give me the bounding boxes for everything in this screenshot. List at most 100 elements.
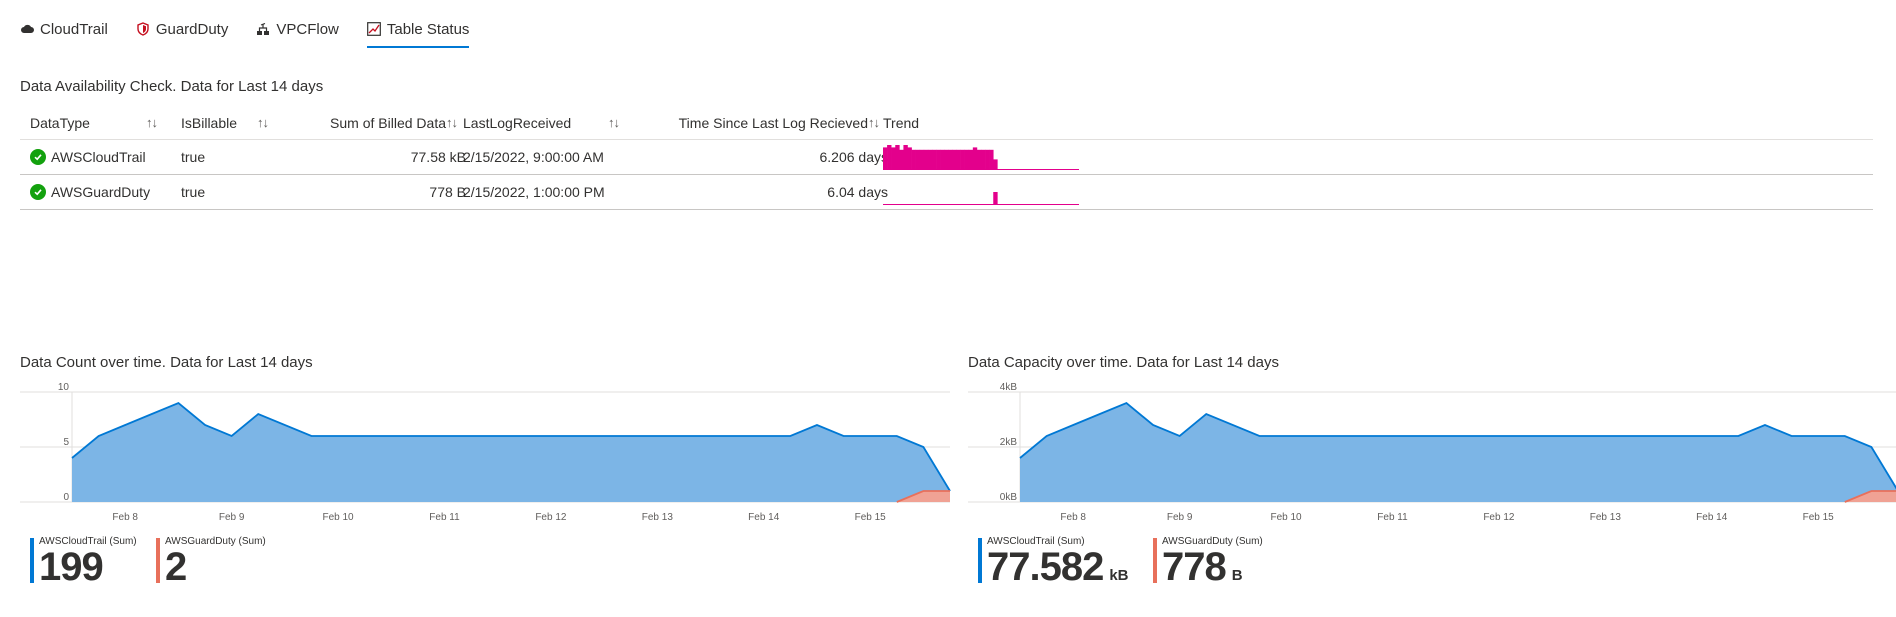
y-tick-label: 0 [63, 492, 69, 503]
y-tick-label: 4kB [1000, 382, 1018, 393]
trend-bar [960, 149, 965, 169]
trend-bar [927, 149, 933, 169]
trend-bar [932, 149, 937, 169]
trend-bar [883, 147, 888, 169]
trend-bar [944, 149, 949, 169]
col-header-isbillable[interactable]: IsBillable [181, 106, 237, 139]
lastlog-value: 2/15/2022, 1:00:00 PM [463, 184, 605, 200]
x-tick-label: Feb 9 [219, 512, 245, 523]
legend-value: 2 [165, 545, 187, 589]
col-header-lastlog[interactable]: LastLogReceived [463, 106, 571, 139]
x-tick-label: Feb 10 [1270, 512, 1302, 523]
tab-label: GuardDuty [155, 20, 229, 38]
tab-bar: CloudTrail GuardDuty VPCFlow Table Statu… [20, 14, 497, 48]
tab-guardduty[interactable]: GuardDuty [136, 14, 229, 44]
billed-value: 778 B [429, 184, 466, 200]
col-header-since[interactable]: Time Since Last Log Recieved [640, 106, 868, 139]
since-value: 6.206 days [819, 149, 889, 165]
tab-table-status[interactable]: Table Status [366, 14, 470, 48]
x-tick-label: Feb 14 [748, 512, 780, 523]
legend-swatch [30, 538, 34, 583]
count-chart: 10 5 0 Feb 8 Feb 9 Feb 10 Feb 11 Feb 12 Feb 13 Fe… [20, 382, 951, 523]
datatype-value: AWSCloudTrail [51, 149, 146, 165]
col-header-billed[interactable]: Sum of Billed Data [310, 106, 446, 139]
trend-bar [887, 145, 892, 169]
sort-icon[interactable]: ↑↓ [257, 106, 269, 139]
tab-label: CloudTrail [40, 20, 108, 38]
series-area-cloudtrail [72, 403, 950, 502]
col-header-trend[interactable]: Trend [883, 106, 919, 139]
isbillable-value: true [181, 184, 206, 200]
network-icon [256, 22, 270, 36]
sort-icon[interactable]: ↑↓ [868, 106, 880, 139]
capacity-chart-title: Data Capacity over time. Data for Last 1… [968, 354, 1279, 371]
datatype-value: AWSGuardDuty [51, 184, 151, 200]
trend-cell [883, 175, 1079, 209]
trend-bar [919, 149, 925, 169]
lastlog-value: 2/15/2022, 9:00:00 AM [463, 149, 604, 165]
trend-bar [895, 145, 900, 169]
table-header: DataType ↑↓ IsBillable ↑↓ Sum of Billed … [20, 106, 1873, 140]
trend-bar [972, 147, 978, 169]
trend-bar [956, 149, 961, 169]
trend-bar [903, 145, 908, 169]
trend-bar [993, 192, 998, 204]
legend-swatch [156, 538, 160, 583]
x-tick-label: Feb 12 [535, 512, 567, 523]
datatype-cell: AWSGuardDuty [20, 175, 150, 209]
tab-cloudtrail[interactable]: CloudTrail [20, 14, 108, 44]
x-tick-label: Feb 11 [429, 512, 460, 523]
count-chart-plot: 10 5 0 Feb 8 Feb 9 Feb 10 Feb 11 Feb 12 Feb 13 Fe… [20, 382, 951, 523]
y-tick-label: 10 [58, 382, 70, 393]
capacity-chart-plot: 4kB 2kB 0kB Feb 8 Feb 9 Feb 10 Feb 11 Feb 12 Feb… [968, 382, 1896, 523]
success-check-icon [30, 149, 46, 165]
trend-bar [993, 159, 998, 169]
availability-table: DataType ↑↓ IsBillable ↑↓ Sum of Billed … [20, 106, 1873, 210]
isbillable-value: true [181, 149, 206, 165]
sort-icon[interactable]: ↑↓ [608, 106, 620, 139]
x-tick-label: Feb 15 [1803, 512, 1835, 523]
chart-icon [366, 22, 381, 36]
trend-bar [968, 149, 974, 169]
trend-bar [911, 149, 916, 169]
trend-bar [940, 149, 945, 169]
trend-bar [985, 149, 990, 169]
y-tick-label: 0kB [1000, 492, 1018, 503]
x-tick-label: Feb 13 [642, 512, 674, 523]
legend-value: 77.582 kB [987, 545, 1129, 589]
trend-cell [883, 140, 1079, 174]
legend-item[interactable]: AWSCloudTrail (Sum) 199 [30, 536, 137, 587]
legend-item[interactable]: AWSGuardDuty (Sum) 2 [156, 536, 266, 587]
trend-bar [899, 149, 904, 169]
x-tick-label: Feb 14 [1696, 512, 1728, 523]
col-header-datatype[interactable]: DataType [30, 106, 90, 139]
trend-bar [989, 149, 994, 169]
tab-label: Table Status [386, 20, 470, 38]
sort-icon[interactable]: ↑↓ [146, 106, 158, 139]
trend-bar [981, 149, 986, 169]
sort-icon[interactable]: ↑↓ [446, 106, 458, 139]
trend-bar [964, 149, 970, 169]
legend-item[interactable]: AWSCloudTrail (Sum) 77.582 kB [978, 536, 1129, 587]
legend-swatch [978, 538, 982, 583]
availability-title: Data Availability Check. Data for Last 1… [20, 78, 324, 95]
table-row[interactable]: AWSCloudTrail true 77.58 kB 2/15/2022, 9… [20, 140, 1873, 175]
datatype-cell: AWSCloudTrail [20, 140, 146, 174]
count-chart-title: Data Count over time. Data for Last 14 d… [20, 354, 313, 371]
y-tick-label: 5 [63, 437, 69, 448]
legend-value: 199 [39, 545, 104, 589]
x-tick-label: Feb 12 [1483, 512, 1515, 523]
legend-item[interactable]: AWSGuardDuty (Sum) 778 B [1153, 536, 1263, 587]
x-tick-label: Feb 13 [1590, 512, 1622, 523]
y-tick-label: 2kB [1000, 437, 1018, 448]
trend-bar [952, 149, 957, 169]
trend-bar [923, 149, 929, 169]
legend-value: 778 B [1162, 545, 1243, 589]
tab-vpcflow[interactable]: VPCFlow [256, 14, 339, 44]
trend-bar [948, 149, 953, 169]
table-row[interactable]: AWSGuardDuty true 778 B 2/15/2022, 1:00:… [20, 175, 1873, 210]
since-value: 6.04 days [827, 184, 888, 200]
trend-bar [915, 149, 921, 169]
series-area-cloudtrail [1020, 403, 1896, 502]
trend-sparkline [883, 192, 1079, 205]
